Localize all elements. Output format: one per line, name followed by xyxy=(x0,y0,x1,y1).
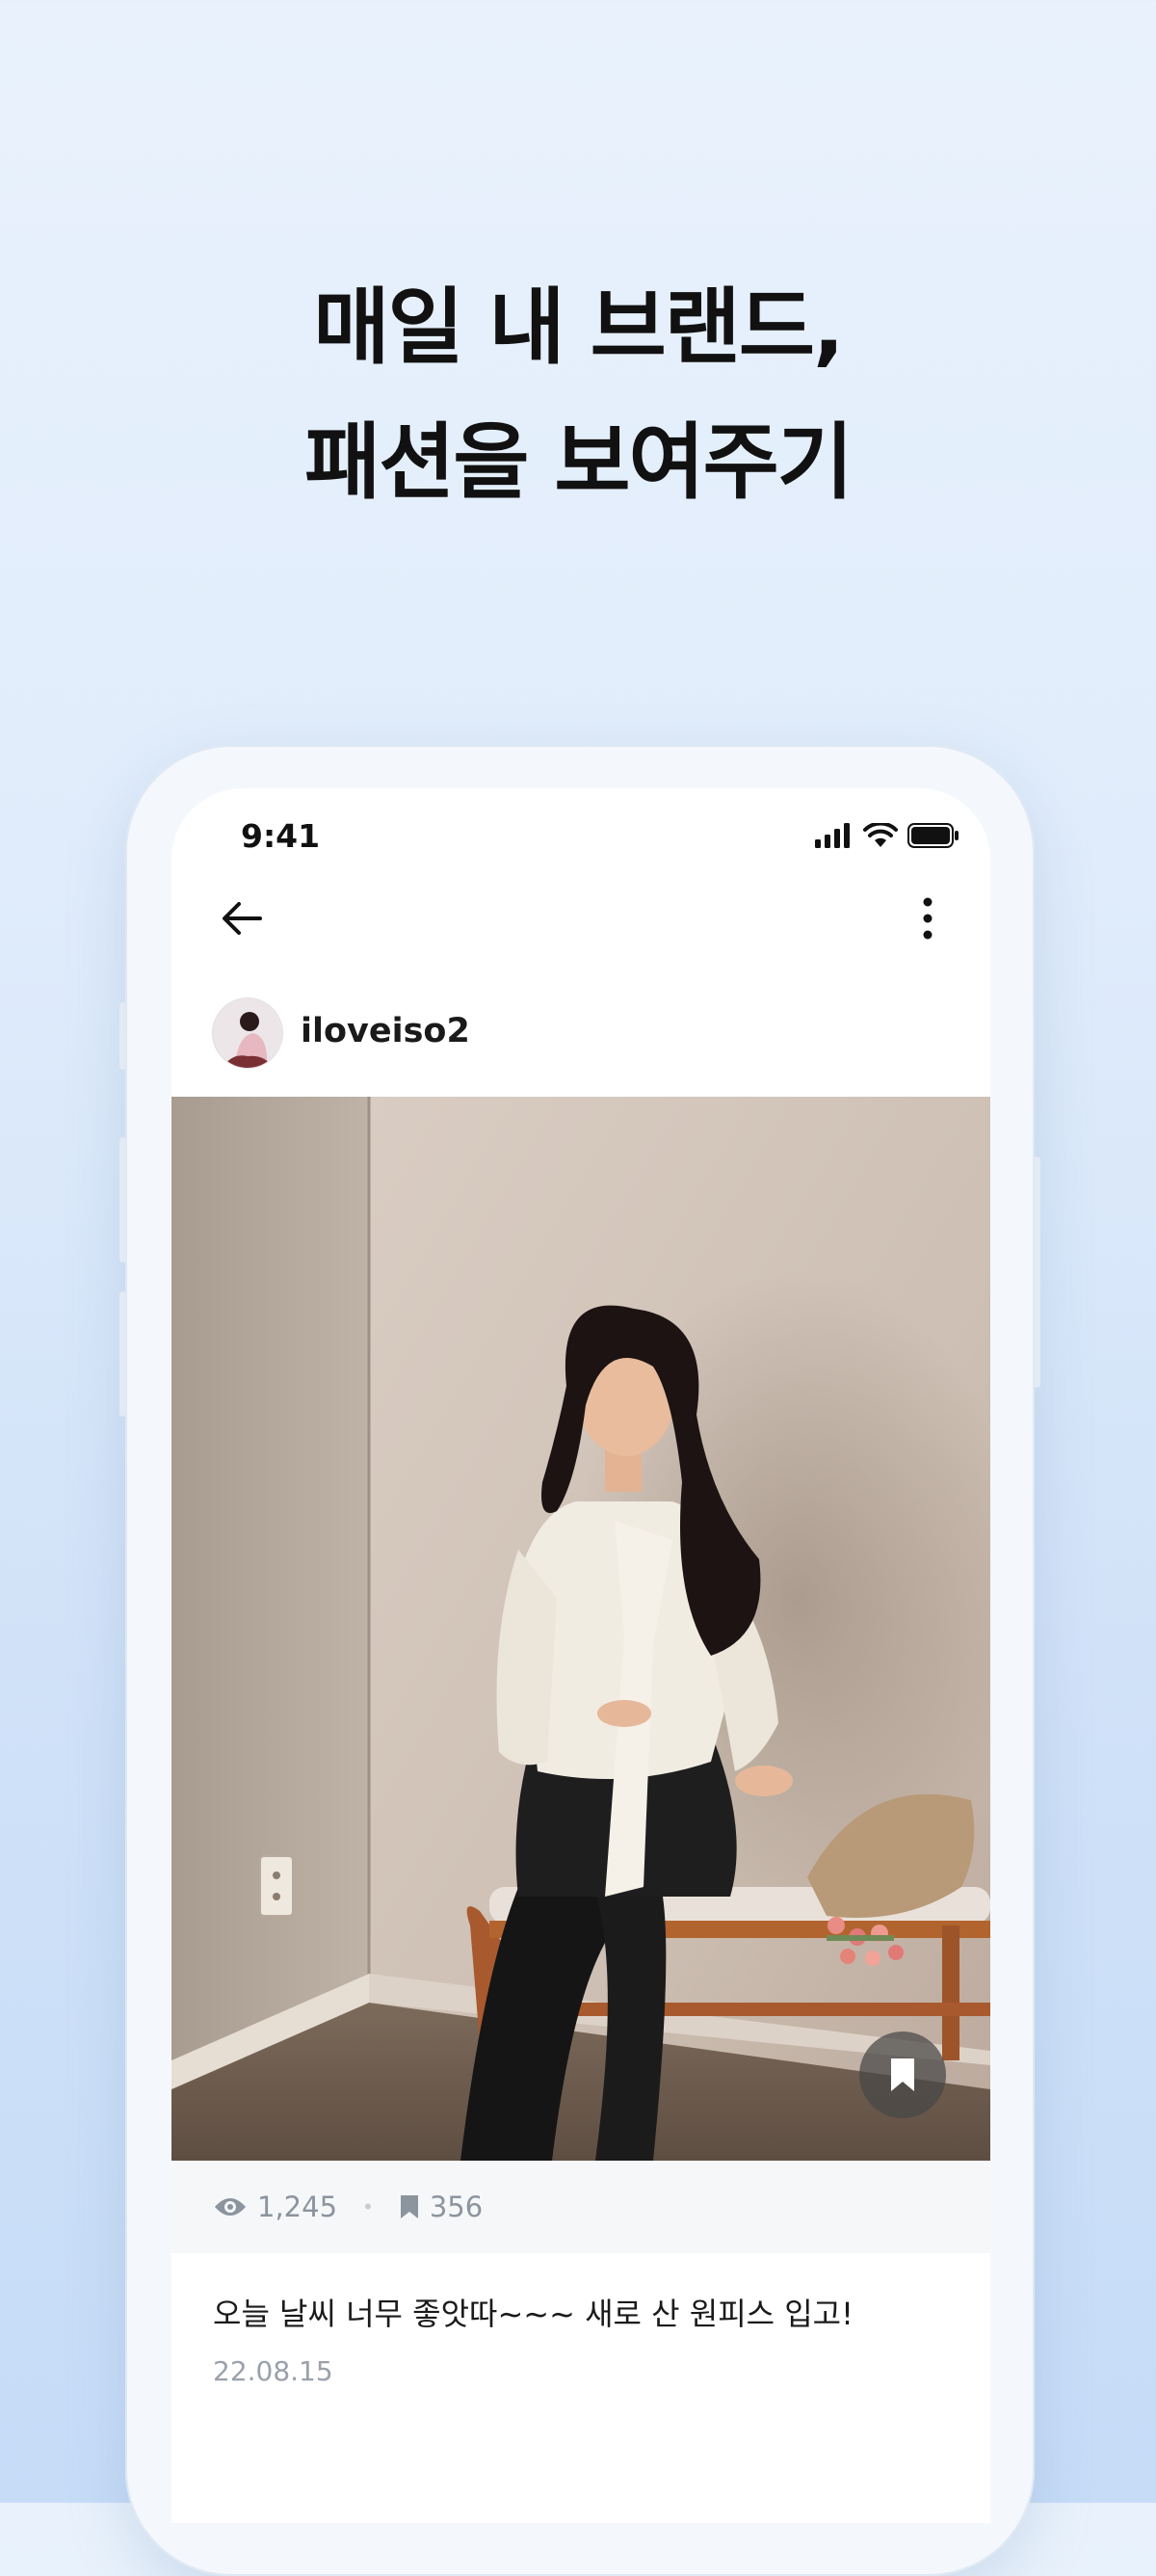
phone-side-button xyxy=(119,1137,126,1262)
post-photo-illustration xyxy=(171,1097,990,2161)
phone-screen: 9:41 iloveiso2 1,245 • 356 오늘 날씨 너무 좋앗따~… xyxy=(171,788,990,2523)
bookmark-count: 356 xyxy=(399,2191,483,2223)
eye-icon xyxy=(215,2198,246,2216)
headline-line-2: 패션을 보여주기 xyxy=(304,414,854,511)
battery-icon xyxy=(907,823,959,848)
marketing-headline: 매일 내 브랜드, 패션을 보여주기 xyxy=(0,260,1156,530)
more-options-button[interactable] xyxy=(913,894,942,943)
avatar-image xyxy=(213,998,282,1068)
post-date: 22.08.15 xyxy=(213,2355,333,2387)
bookmark-count-value: 356 xyxy=(429,2191,484,2223)
phone-side-button xyxy=(119,1002,126,1070)
phone-side-button xyxy=(1034,1156,1040,1388)
post-caption: 오늘 날씨 너무 좋앗따~~~ 새로 산 원피스 입고! xyxy=(213,2296,854,2332)
status-icons xyxy=(815,823,959,848)
status-time: 9:41 xyxy=(241,817,321,855)
bookmark-icon xyxy=(400,2195,418,2218)
post-photo[interactable] xyxy=(171,1097,990,2161)
avatar[interactable] xyxy=(213,998,282,1068)
post-stats-bar: 1,245 • 356 xyxy=(171,2161,990,2253)
more-vertical-icon xyxy=(923,897,933,940)
phone-side-button xyxy=(119,1291,126,1417)
headline-line-1: 매일 내 브랜드, xyxy=(313,279,844,376)
back-button[interactable] xyxy=(218,894,266,943)
view-count: 1,245 xyxy=(213,2191,337,2223)
signal-icon xyxy=(815,823,850,848)
arrow-left-icon xyxy=(223,902,262,935)
stat-separator: • xyxy=(362,2195,374,2218)
username[interactable]: iloveiso2 xyxy=(301,1012,470,1050)
wifi-icon xyxy=(863,823,898,847)
view-count-value: 1,245 xyxy=(257,2191,338,2223)
save-bookmark-button[interactable] xyxy=(859,2032,946,2118)
bookmark-icon xyxy=(891,2058,914,2091)
